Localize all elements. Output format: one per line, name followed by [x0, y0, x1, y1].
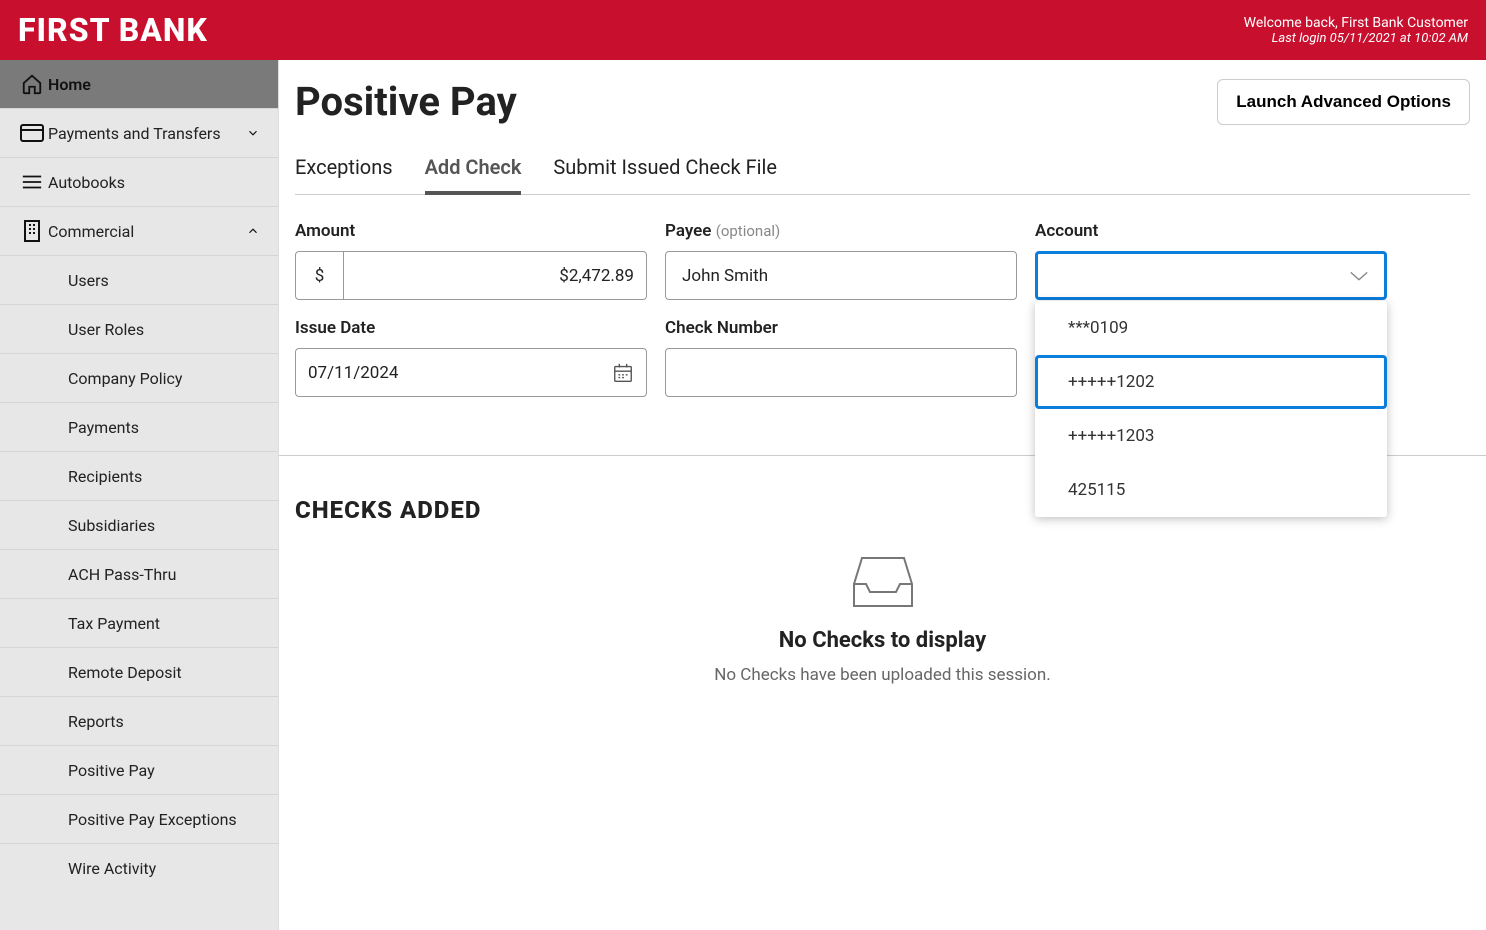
sidebar-sub-subsidiaries[interactable]: Subsidiaries — [0, 501, 278, 550]
commercial-submenu: Users User Roles Company Policy Payments… — [0, 256, 278, 893]
amount-label: Amount — [295, 221, 355, 241]
account-option[interactable]: +++++1203 — [1035, 409, 1387, 463]
account-option[interactable]: 425115 — [1035, 463, 1387, 517]
sidebar-item-payments-transfers[interactable]: Payments and Transfers — [0, 109, 278, 158]
sidebar-item-label: ACH Pass-Thru — [68, 565, 176, 584]
tab-exceptions[interactable]: Exceptions — [295, 149, 393, 194]
app-header: FIRST BANK Welcome back, First Bank Cust… — [0, 0, 1486, 60]
issue-date-value: 07/11/2024 — [308, 363, 398, 383]
building-icon — [16, 220, 48, 242]
chevron-down-icon — [1348, 269, 1370, 283]
sidebar-sub-remote-deposit[interactable]: Remote Deposit — [0, 648, 278, 697]
chevron-up-icon — [246, 224, 260, 238]
tab-submit-file[interactable]: Submit Issued Check File — [553, 149, 777, 194]
account-select[interactable] — [1035, 251, 1387, 300]
sidebar-item-label: Subsidiaries — [68, 516, 155, 535]
sidebar-item-label: Reports — [68, 712, 124, 731]
tabs: Exceptions Add Check Submit Issued Check… — [295, 149, 1470, 195]
sidebar-item-label: Commercial — [48, 222, 134, 241]
check-number-label: Check Number — [665, 318, 778, 338]
sidebar-item-label: Company Policy — [68, 369, 182, 388]
main-content: Positive Pay Launch Advanced Options Exc… — [279, 60, 1486, 930]
sidebar-item-label: Tax Payment — [68, 614, 160, 633]
sidebar-sub-ach-pass-thru[interactable]: ACH Pass-Thru — [0, 550, 278, 599]
check-number-field: Check Number — [665, 318, 1017, 397]
optional-hint: (optional) — [716, 222, 781, 240]
sidebar-sub-company-policy[interactable]: Company Policy — [0, 354, 278, 403]
last-login-text: Last login 05/11/2021 at 10:02 AM — [1244, 31, 1468, 46]
issue-date-label: Issue Date — [295, 318, 375, 338]
account-field: Account ***0109 +++++1202 +++++1203 4251… — [1035, 221, 1387, 300]
empty-state: No Checks to display No Checks have been… — [295, 554, 1470, 685]
page-title: Positive Pay — [295, 78, 517, 125]
home-icon — [16, 73, 48, 95]
sidebar-item-label: Wire Activity — [68, 859, 156, 878]
sidebar-item-label: Payments — [68, 418, 139, 437]
account-dropdown: ***0109 +++++1202 +++++1203 425115 — [1035, 301, 1387, 517]
account-option[interactable]: ***0109 — [1035, 301, 1387, 355]
sidebar-item-label: Positive Pay — [68, 761, 155, 780]
sidebar-sub-user-roles[interactable]: User Roles — [0, 305, 278, 354]
issue-date-field: Issue Date 07/11/2024 — [295, 318, 647, 397]
account-option[interactable]: +++++1202 — [1035, 355, 1387, 409]
amount-field: Amount $ $2,472.89 — [295, 221, 647, 300]
payee-value: John Smith — [682, 266, 768, 286]
amount-input[interactable]: $ $2,472.89 — [295, 251, 647, 300]
calendar-icon — [612, 362, 634, 384]
sidebar-sub-tax-payment[interactable]: Tax Payment — [0, 599, 278, 648]
welcome-text: Welcome back, First Bank Customer — [1244, 15, 1468, 31]
sidebar-item-commercial[interactable]: Commercial — [0, 207, 278, 256]
sidebar-sub-wire-activity[interactable]: Wire Activity — [0, 844, 278, 893]
sidebar-sub-payments[interactable]: Payments — [0, 403, 278, 452]
card-icon — [16, 124, 48, 142]
empty-title: No Checks to display — [295, 628, 1470, 653]
sidebar-item-label: Remote Deposit — [68, 663, 182, 682]
bank-logo: FIRST BANK — [18, 11, 208, 49]
amount-value: $2,472.89 — [344, 266, 646, 286]
launch-advanced-options-button[interactable]: Launch Advanced Options — [1217, 79, 1470, 125]
welcome-block: Welcome back, First Bank Customer Last l… — [1244, 15, 1468, 46]
sidebar-sub-reports[interactable]: Reports — [0, 697, 278, 746]
sidebar-item-label: Payments and Transfers — [48, 124, 221, 143]
sidebar: Home Payments and Transfers Autobooks Co… — [0, 60, 279, 930]
chevron-down-icon — [246, 126, 260, 140]
sidebar-item-label: Autobooks — [48, 173, 125, 192]
check-number-input[interactable] — [665, 348, 1017, 397]
empty-subtitle: No Checks have been uploaded this sessio… — [295, 665, 1470, 685]
account-label: Account — [1035, 221, 1098, 241]
payee-field: Payee (optional) John Smith — [665, 221, 1017, 300]
tab-add-check[interactable]: Add Check — [425, 149, 522, 195]
sidebar-item-label: Users — [68, 271, 109, 290]
sidebar-sub-positive-pay-exceptions[interactable]: Positive Pay Exceptions — [0, 795, 278, 844]
issue-date-input[interactable]: 07/11/2024 — [295, 348, 647, 397]
currency-prefix: $ — [296, 252, 344, 299]
sidebar-item-home[interactable]: Home — [0, 60, 278, 109]
payee-input[interactable]: John Smith — [665, 251, 1017, 300]
sidebar-sub-users[interactable]: Users — [0, 256, 278, 305]
sidebar-item-label: Recipients — [68, 467, 142, 486]
sidebar-item-label: Home — [48, 75, 91, 94]
inbox-icon — [295, 554, 1470, 610]
sidebar-sub-recipients[interactable]: Recipients — [0, 452, 278, 501]
sidebar-sub-positive-pay[interactable]: Positive Pay — [0, 746, 278, 795]
sidebar-item-label: User Roles — [68, 320, 144, 339]
payee-label: Payee (optional) — [665, 221, 780, 241]
sidebar-item-label: Positive Pay Exceptions — [68, 810, 237, 829]
menu-icon — [16, 173, 48, 191]
add-check-form: Amount $ $2,472.89 Payee (optional) John… — [295, 195, 1470, 415]
sidebar-item-autobooks[interactable]: Autobooks — [0, 158, 278, 207]
